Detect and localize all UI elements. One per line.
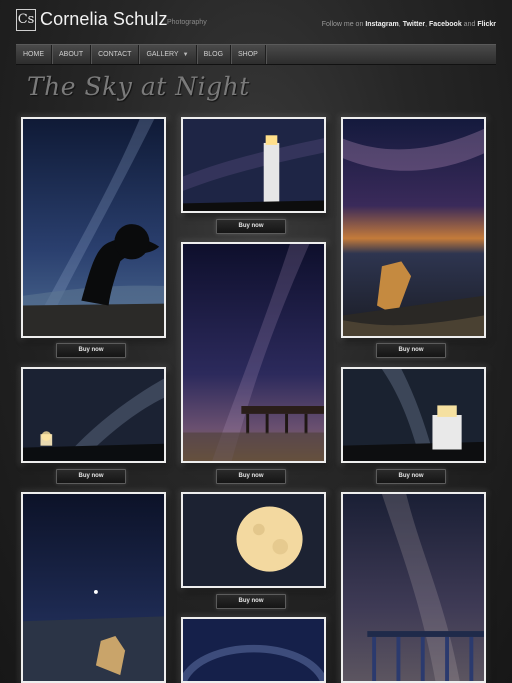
photo-milky-way-white-lighthouse[interactable]	[341, 367, 486, 463]
nav-shop[interactable]: SHOP	[231, 45, 266, 64]
follow-prefix: Follow me on	[321, 21, 364, 28]
main-nav: HOME ABOUT CONTACT GALLERY ▼ BLOG SHOP	[16, 44, 496, 65]
social-link-facebook[interactable]: Facebook	[429, 21, 462, 28]
chevron-down-icon: ▼	[182, 52, 189, 58]
photo-milky-way-pier[interactable]	[341, 492, 486, 683]
photo-full-moon[interactable]	[181, 492, 326, 588]
photo-starry-sky-rock[interactable]	[21, 492, 166, 683]
buy-now-button[interactable]: Buy now	[376, 343, 446, 358]
buy-now-button[interactable]: Buy now	[216, 469, 286, 484]
separator: ,	[398, 21, 401, 28]
photo-milky-way-lighthouse-small[interactable]	[21, 367, 166, 463]
social-links: Follow me on Instagram, Twitter, Faceboo…	[322, 21, 496, 28]
photo-milky-way-arch[interactable]	[181, 617, 326, 683]
logo[interactable]: Cs	[16, 9, 36, 31]
nav-contact[interactable]: CONTACT	[91, 45, 140, 64]
photo-lighthouse-night[interactable]	[181, 117, 326, 213]
site-header: Cs Cornelia Schulz Photography Follow me…	[0, 0, 512, 42]
photo-coastal-rocks-milky-way[interactable]	[341, 117, 486, 338]
social-link-twitter[interactable]: Twitter	[403, 21, 425, 28]
buy-now-button[interactable]: Buy now	[56, 469, 126, 484]
separator: and	[463, 21, 476, 28]
buy-now-button[interactable]: Buy now	[56, 343, 126, 358]
nav-about[interactable]: ABOUT	[52, 45, 92, 64]
nav-home[interactable]: HOME	[16, 45, 52, 64]
page-title: The Sky at Night	[27, 72, 250, 101]
nav-gallery-label: GALLERY	[146, 51, 179, 58]
site-title[interactable]: Cornelia Schulz	[40, 9, 168, 30]
buy-now-button[interactable]: Buy now	[216, 594, 286, 609]
nav-blog[interactable]: BLOG	[197, 45, 232, 64]
nav-gallery[interactable]: GALLERY ▼	[139, 45, 197, 64]
photo-milky-way-jetty[interactable]	[181, 242, 326, 463]
buy-now-button[interactable]: Buy now	[216, 219, 286, 234]
buy-now-button[interactable]: Buy now	[376, 469, 446, 484]
separator: ,	[425, 21, 428, 28]
social-link-flickr[interactable]: Flickr	[477, 21, 496, 28]
social-link-instagram[interactable]: Instagram	[365, 21, 398, 28]
site-subtitle: Photography	[167, 19, 207, 26]
photo-milky-way-tree[interactable]	[21, 117, 166, 338]
